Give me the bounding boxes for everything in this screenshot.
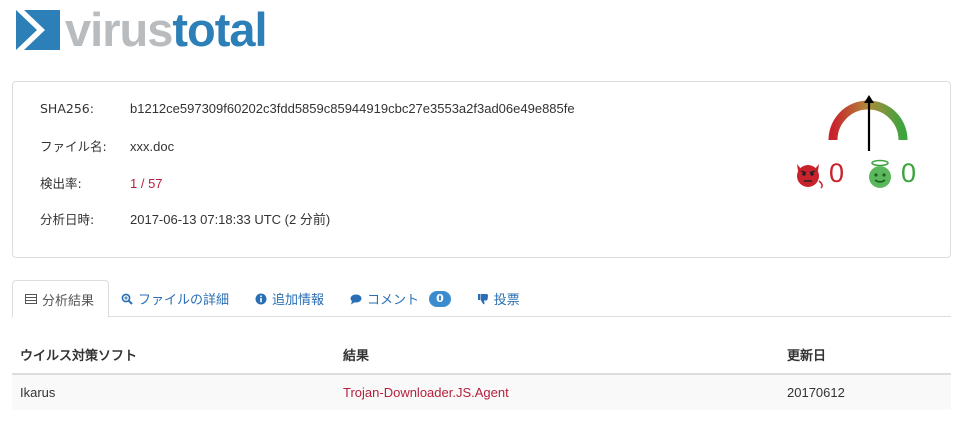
tab-comments[interactable]: コメント 0: [338, 280, 465, 317]
header-update[interactable]: 更新日: [779, 336, 951, 375]
logo-text: virustotal: [65, 3, 268, 56]
analysis-date-value: 2017-06-13 07:18:33 UTC (2 分前): [130, 212, 331, 227]
header-antivirus[interactable]: ウイルス対策ソフト: [12, 336, 335, 375]
tab-votes-label: 投票: [493, 293, 520, 308]
sha256-label: SHA256:: [40, 101, 94, 116]
cell-result: Trojan-Downloader.JS.Agent: [335, 373, 779, 410]
table-icon: [25, 294, 37, 304]
tab-bar: 分析結果 ファイルの詳細 追加情報 コメント 0 投票: [12, 280, 951, 318]
comments-count-badge: 0: [429, 290, 451, 307]
comment-icon: [350, 294, 362, 304]
tab-analysis[interactable]: 分析結果: [12, 280, 110, 318]
thumbs-down-icon: [477, 293, 488, 304]
tab-comments-label: コメント: [367, 293, 420, 308]
filename-value: xxx.doc: [130, 139, 175, 154]
table-header-row: ウイルス対策ソフト 結果 更新日: [12, 336, 951, 375]
info-icon: [255, 293, 267, 304]
sha256-row: SHA256: b1212ce597309f60202c3fdd5859c859…: [40, 101, 575, 117]
table-row: Ikarus Trojan-Downloader.JS.Agent 201706…: [12, 373, 951, 410]
gauge-needle-tip: [864, 95, 874, 103]
tab-votes[interactable]: 投票: [465, 280, 534, 317]
tab-additional-info-label: 追加情報: [272, 293, 325, 308]
harmless-count: 0: [901, 158, 917, 188]
tab-file-details[interactable]: ファイルの詳細: [109, 280, 243, 317]
cell-update: 20170612: [779, 373, 951, 410]
summary-panel: SHA256: b1212ce597309f60202c3fdd5859c859…: [12, 81, 951, 258]
angel-icon: [869, 159, 891, 188]
results-table: ウイルス対策ソフト 結果 更新日 Ikarus Trojan-Downloade…: [12, 336, 951, 410]
devil-icon: [797, 163, 823, 189]
tab-additional-info[interactable]: 追加情報: [243, 280, 338, 317]
harmless-score: 0: [865, 158, 916, 189]
community-score-gauge: [828, 95, 908, 151]
tab-analysis-label: 分析結果: [42, 293, 95, 309]
zoom-icon: [121, 293, 133, 305]
sha256-value: b1212ce597309f60202c3fdd5859c85944919cbc…: [130, 101, 575, 116]
malicious-count: 0: [829, 158, 845, 188]
filename-label: ファイル名:: [40, 139, 107, 154]
header-result[interactable]: 結果: [335, 336, 779, 375]
analysis-date-label: 分析日時:: [40, 212, 95, 227]
detection-row: 検出率: 1 / 57: [40, 176, 163, 192]
cell-antivirus: Ikarus: [12, 373, 335, 410]
detection-ratio: 1 / 57: [130, 176, 163, 191]
analysis-date-row: 分析日時: 2017-06-13 07:18:33 UTC (2 分前): [40, 212, 330, 228]
malicious-score: 0: [793, 158, 844, 189]
virustotal-logo[interactable]: virustotal: [15, 3, 268, 56]
logo-text-total: total: [172, 3, 267, 56]
logo-text-virus: virus: [65, 3, 173, 56]
filename-row: ファイル名: xxx.doc: [40, 139, 174, 155]
detection-label: 検出率:: [40, 176, 82, 191]
tab-file-details-label: ファイルの詳細: [138, 293, 230, 308]
virustotal-logo-icon: [16, 10, 60, 50]
